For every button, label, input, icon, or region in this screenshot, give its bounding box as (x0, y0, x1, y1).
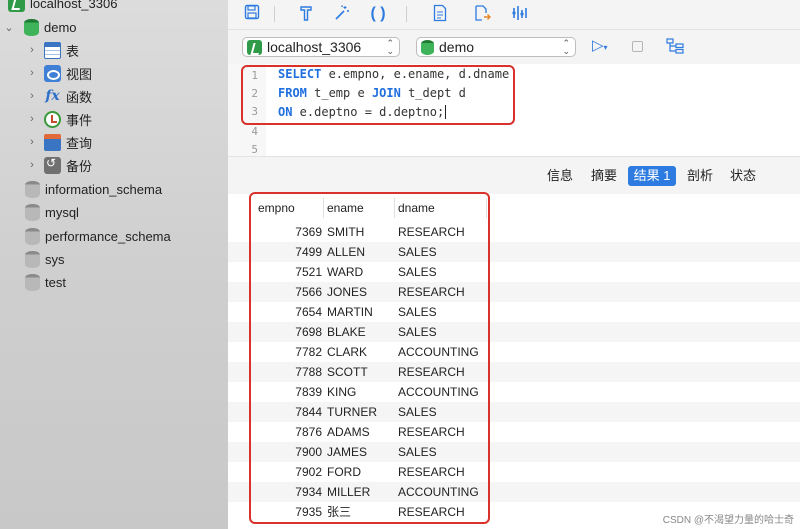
database-icon (24, 18, 39, 36)
chevron-right-icon[interactable]: › (25, 113, 39, 125)
tree-item-queries[interactable]: › 查询 (25, 131, 92, 153)
parentheses-icon[interactable]: ( ) (368, 4, 388, 24)
tab-result-1[interactable]: 结果 1 (628, 166, 676, 186)
table-icon (44, 41, 61, 59)
selector-bar: localhost_3306 ⌃ ⌄ demo ⌃ ⌄ ▷▾ (228, 30, 800, 64)
chevron-right-icon[interactable]: › (25, 90, 39, 102)
tree-item-functions[interactable]: › fx 函数 (25, 85, 92, 107)
event-icon (44, 110, 61, 128)
analyze-icon[interactable] (510, 4, 530, 24)
database-item-sys[interactable]: sys (25, 248, 65, 270)
query-editor-pane: ( ) localhost_3306 ⌃ ⌄ demo ⌃ ⌄ ▷▾ 1 2 3… (228, 0, 800, 529)
tree-item-label: 查询 (66, 135, 93, 151)
navigator-sidebar: localhost_3306 ⌄ demo › 表 › 视图 › fx 函数 ›… (0, 0, 228, 529)
chevron-down-icon[interactable]: ⌄ (2, 21, 16, 34)
database-select-value: demo (439, 39, 475, 55)
function-icon: fx (45, 87, 60, 104)
updown-chevron-icon: ⌃ ⌄ (386, 38, 394, 56)
database-icon (25, 203, 40, 221)
tree-item-views[interactable]: › 视图 (25, 62, 92, 84)
result-grid: empno ename dname 7369 SMITH RESEARCH 7499 A… (228, 192, 800, 529)
database-item-mysql[interactable]: mysql (25, 201, 79, 223)
database-item-test[interactable]: test (25, 271, 66, 293)
database-item-demo[interactable]: ⌄ demo (2, 16, 77, 38)
save-icon[interactable] (242, 4, 262, 24)
view-icon (44, 64, 61, 82)
tree-item-label: 函数 (66, 89, 93, 105)
database-icon (25, 180, 40, 198)
tree-item-label: 表 (66, 43, 80, 59)
line-number: 5 (251, 143, 258, 156)
database-item-performance-schema[interactable]: performance_schema (25, 225, 171, 247)
database-icon (25, 250, 40, 268)
export-icon[interactable] (472, 4, 492, 24)
connection-select-value: localhost_3306 (267, 39, 362, 55)
tree-item-label: 事件 (66, 112, 93, 128)
query-toolbar: ( ) (228, 0, 800, 30)
database-label: information_schema (45, 181, 163, 197)
explain-icon[interactable] (666, 38, 684, 57)
tab-summary[interactable]: 摘要 (585, 166, 623, 186)
tab-info[interactable]: 信息 (542, 166, 578, 186)
connection-label: localhost_3306 (30, 0, 118, 11)
updown-chevron-icon: ⌃ ⌄ (562, 38, 570, 56)
chevron-right-icon[interactable]: › (25, 67, 39, 79)
format-icon[interactable] (296, 4, 316, 24)
connection-icon (8, 0, 25, 12)
database-label: sys (45, 251, 65, 267)
database-select[interactable]: demo ⌃ ⌄ (416, 37, 576, 57)
connection-select[interactable]: localhost_3306 ⌃ ⌄ (242, 37, 400, 57)
database-item-information-schema[interactable]: information_schema (25, 178, 162, 200)
run-icon[interactable]: ▷▾ (592, 36, 608, 54)
database-icon (25, 273, 40, 291)
tab-profile[interactable]: 剖析 (682, 166, 718, 186)
database-label: mysql (45, 204, 79, 220)
result-tabs: 信息 摘要 结果 1 剖析 状态 (228, 156, 800, 194)
stop-icon[interactable] (632, 41, 643, 52)
chevron-right-icon[interactable]: › (25, 44, 39, 56)
sql-highlight-box (241, 65, 515, 125)
tree-item-events[interactable]: › 事件 (25, 108, 92, 130)
watermark: CSDN @不渴望力量的哈士奇 (662, 515, 794, 526)
tab-status[interactable]: 状态 (725, 166, 761, 186)
backup-icon (44, 156, 61, 174)
tree-item-backups[interactable]: › 备份 (25, 154, 92, 176)
tree-item-tables[interactable]: › 表 (25, 39, 79, 61)
database-label: performance_schema (45, 228, 171, 244)
text-icon[interactable] (430, 4, 450, 24)
database-label: demo (44, 19, 77, 35)
connection-icon (247, 39, 262, 55)
result-highlight-box (249, 192, 490, 524)
connection-item[interactable]: localhost_3306 (8, 0, 117, 14)
database-icon (25, 227, 40, 245)
sql-editor[interactable]: 1 2 3 4 5 SELECT e.empno, e.ename, d.dna… (228, 64, 800, 156)
database-icon (421, 39, 434, 55)
query-icon (44, 133, 61, 151)
line-number: 4 (251, 125, 258, 138)
beautify-icon[interactable] (332, 4, 352, 24)
chevron-right-icon[interactable]: › (25, 159, 39, 171)
database-label: test (45, 274, 66, 290)
chevron-right-icon[interactable]: › (25, 136, 39, 148)
tree-item-label: 备份 (66, 158, 93, 174)
tree-item-label: 视图 (66, 66, 93, 82)
